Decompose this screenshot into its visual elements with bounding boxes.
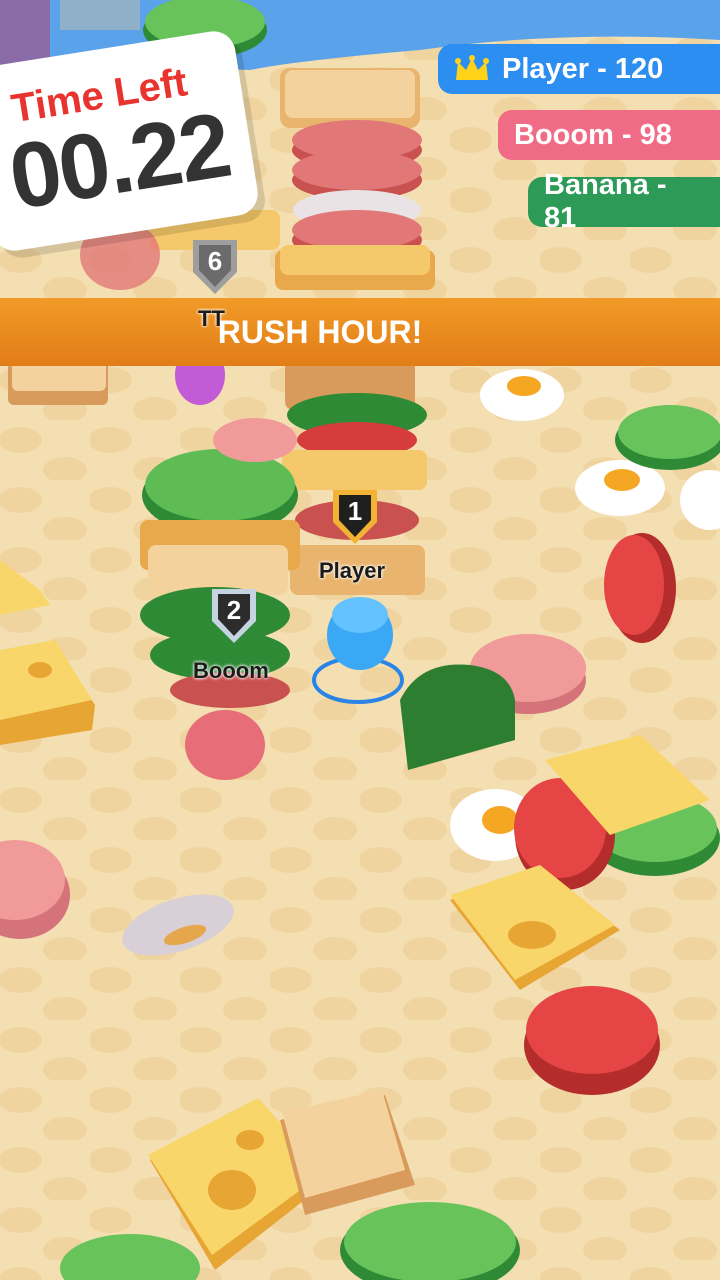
leaderboard-text: Booom - 98	[514, 118, 672, 151]
leaderboard-entry-2: Booom - 98	[498, 110, 720, 160]
rush-hour-banner: RUSH HOUR!	[0, 298, 720, 366]
rank-badge-tt: 6	[189, 236, 241, 298]
player-name-player: Player	[319, 558, 386, 583]
leaderboard-text: Player - 120	[502, 52, 664, 85]
player-name-tt: TT	[198, 306, 225, 331]
leaderboard-text: Banana - 81	[544, 169, 667, 234]
leaderboard-entry-3: Banana - 81	[528, 169, 720, 234]
leaderboard-entry-1: Player - 120	[438, 44, 720, 94]
rank-badge-booom: 2	[208, 585, 260, 647]
rank-number: 6	[207, 246, 223, 276]
rank-number: 1	[347, 496, 363, 526]
rank-badge-player: 1	[329, 486, 381, 548]
banner-text: RUSH HOUR!	[217, 313, 423, 350]
crown-icon	[455, 55, 489, 80]
player-name-booom: Booom	[193, 658, 269, 683]
rank-number: 2	[226, 595, 242, 625]
